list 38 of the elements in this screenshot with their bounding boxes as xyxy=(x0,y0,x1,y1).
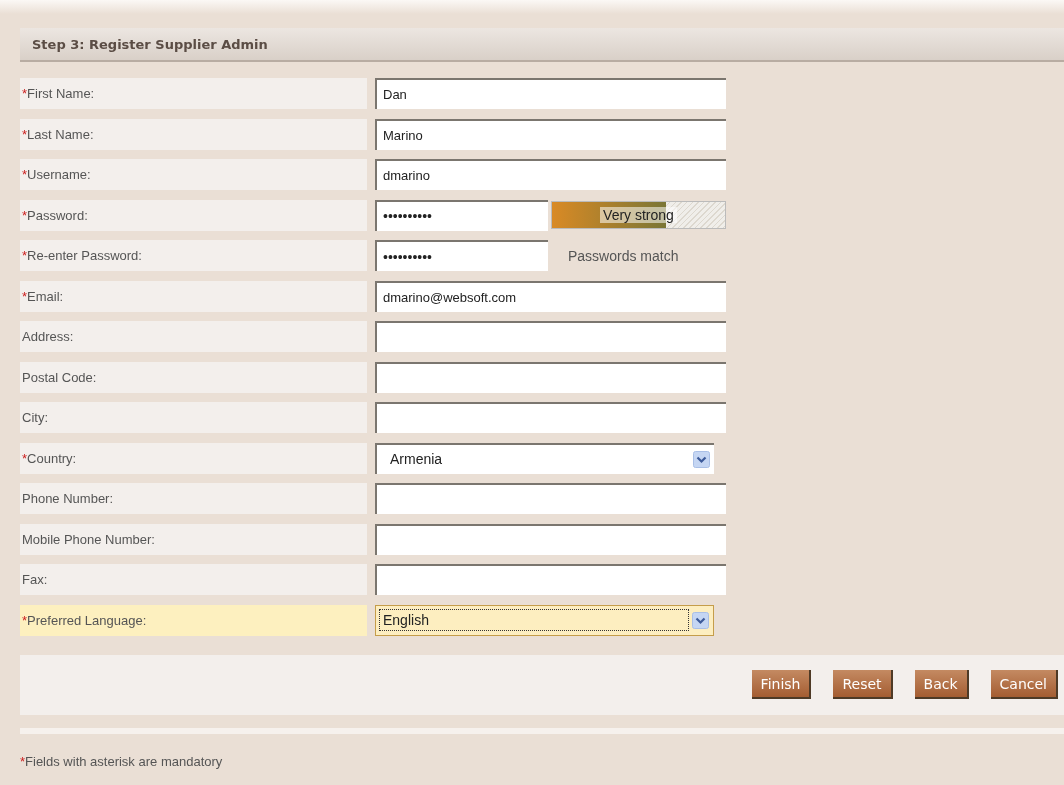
field-label: City: xyxy=(20,402,367,433)
section-title: Step 3: Register Supplier Admin xyxy=(32,36,268,52)
text-field[interactable] xyxy=(375,402,726,433)
text-field[interactable] xyxy=(375,361,726,393)
field-label: *Username: xyxy=(20,159,367,190)
form-button[interactable]: Cancel xyxy=(990,670,1058,699)
password-field[interactable]: •••••••••• xyxy=(375,240,548,271)
field-label: *Country: xyxy=(20,442,367,474)
dropdown[interactable]: English xyxy=(375,604,714,636)
text-field[interactable]: dmarino@websoft.com xyxy=(375,280,726,312)
text-field[interactable]: Marino xyxy=(375,118,726,150)
field-label: Address: xyxy=(20,321,367,352)
field-label: *Preferred Language: xyxy=(20,604,367,636)
match-note: Passwords match xyxy=(568,246,679,266)
text-field[interactable] xyxy=(375,483,726,514)
text-field[interactable] xyxy=(375,564,726,595)
field-label: Mobile Phone Number: xyxy=(20,523,367,555)
footer-note: *Fields with asterisk are mandatory xyxy=(20,753,224,769)
text-field[interactable]: dmarino xyxy=(375,159,726,190)
form-button[interactable]: Finish xyxy=(751,670,812,699)
field-label: *Password: xyxy=(20,199,367,231)
field-label: *Re-enter Password: xyxy=(20,240,367,271)
field-label: Phone Number: xyxy=(20,483,367,514)
field-label: Fax: xyxy=(20,564,367,595)
strength-text: Very strong xyxy=(600,206,677,223)
form-button[interactable]: Back xyxy=(914,670,969,699)
text-field[interactable] xyxy=(375,321,726,352)
field-label: *Last Name: xyxy=(20,118,367,150)
chevron-down-icon xyxy=(693,450,710,468)
form-button[interactable]: Reset xyxy=(833,670,893,699)
chevron-down-icon xyxy=(692,611,709,629)
text-field[interactable] xyxy=(375,523,726,555)
field-label: *Email: xyxy=(20,280,367,312)
password-field[interactable]: •••••••••• xyxy=(375,199,548,231)
text-field[interactable]: Dan xyxy=(375,78,726,109)
dropdown[interactable]: Armenia xyxy=(375,442,714,474)
field-label: *First Name: xyxy=(20,78,367,109)
field-label: Postal Code: xyxy=(20,361,367,393)
